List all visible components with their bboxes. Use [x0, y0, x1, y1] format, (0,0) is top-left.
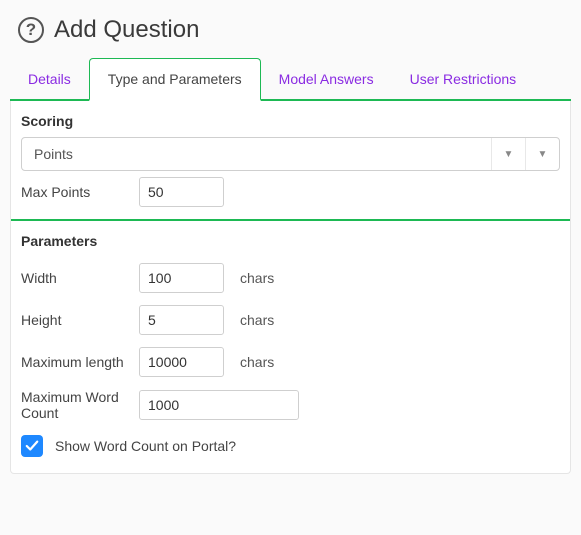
tab-model-answers[interactable]: Model Answers — [261, 58, 392, 99]
panel-body: Scoring Points ▼ ▼ Max Points Parameters… — [10, 101, 571, 474]
max-points-input[interactable] — [139, 177, 224, 207]
tabs-bar: Details Type and Parameters Model Answer… — [10, 58, 571, 101]
chevron-down-icon: ▼ — [491, 138, 525, 170]
tab-user-restrictions[interactable]: User Restrictions — [392, 58, 535, 99]
height-label: Height — [21, 312, 131, 328]
max-length-label: Maximum length — [21, 354, 131, 370]
max-word-count-label: Maximum Word Count — [21, 389, 131, 421]
parameters-section-title: Parameters — [11, 221, 570, 257]
max-points-label: Max Points — [21, 184, 131, 200]
page-header: ? Add Question — [10, 12, 571, 58]
max-length-unit: chars — [240, 354, 274, 370]
check-icon — [25, 439, 39, 453]
width-unit: chars — [240, 270, 274, 286]
width-input[interactable] — [139, 263, 224, 293]
tab-type-parameters[interactable]: Type and Parameters — [89, 58, 261, 101]
height-input[interactable] — [139, 305, 224, 335]
scoring-type-value: Points — [34, 146, 73, 162]
chevron-down-icon: ▼ — [525, 138, 559, 170]
width-label: Width — [21, 270, 131, 286]
help-icon[interactable]: ? — [18, 17, 44, 43]
scoring-type-select[interactable]: Points ▼ ▼ — [21, 137, 560, 171]
show-word-count-label: Show Word Count on Portal? — [55, 438, 236, 454]
tab-details[interactable]: Details — [10, 58, 89, 99]
page-title: Add Question — [54, 16, 199, 44]
show-word-count-checkbox[interactable] — [21, 435, 43, 457]
max-word-count-input[interactable] — [139, 390, 299, 420]
height-unit: chars — [240, 312, 274, 328]
max-length-input[interactable] — [139, 347, 224, 377]
scoring-section-title: Scoring — [11, 101, 570, 137]
